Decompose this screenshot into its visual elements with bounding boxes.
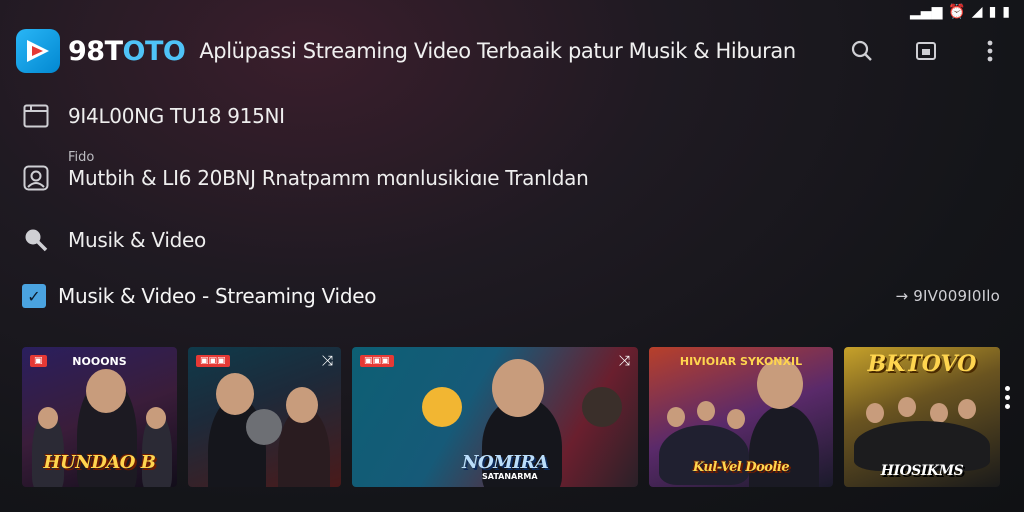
card-title: NOMIRA: [462, 452, 549, 473]
more-vert-icon[interactable]: [1005, 386, 1010, 409]
shuffle-icon[interactable]: ⤨: [322, 353, 333, 369]
alarm-icon: ⏰: [948, 4, 966, 20]
card-top-text: BKTOVO: [867, 351, 977, 377]
tablet-icon: [22, 102, 50, 130]
list-item[interactable]: Musik & Video: [22, 226, 206, 254]
shuffle-icon[interactable]: ⤨: [619, 353, 630, 369]
card-title: Kul-Vel Doolie: [692, 460, 790, 475]
card-top-text: NOOONS: [72, 355, 127, 368]
video-card[interactable]: ▣ NOOONS HUNDAO B: [22, 347, 177, 487]
signal-weak-icon: ◢: [971, 4, 983, 20]
check-icon[interactable]: ✓: [22, 284, 46, 308]
search-button[interactable]: [842, 31, 882, 71]
list-item[interactable]: 9I4ᒪ00NG TU18 915NI: [22, 102, 285, 130]
more-options-button[interactable]: [970, 31, 1010, 71]
card-title: HIOSIKMS: [880, 463, 964, 479]
video-card[interactable]: HIVIOIAR SYKONXIL Kul-Vel Doolie: [649, 347, 833, 487]
video-card[interactable]: ▣▣▣ ⤨: [188, 347, 341, 487]
card-subtitle: SATANARMA: [482, 472, 538, 481]
app-logo[interactable]: [16, 29, 60, 73]
card-title: HUNDAO B: [43, 452, 156, 473]
see-more-link[interactable]: → 9IV009I0Ilo: [895, 287, 1000, 305]
search-icon: [851, 40, 872, 61]
app-actions: [842, 31, 1010, 71]
list-item[interactable]: Fido Mutbih & LI6 20BNJ Rnatpamm mɑnlusi…: [22, 150, 589, 192]
search-icon: [22, 226, 50, 254]
list-item-label: Musik & Video: [68, 228, 206, 252]
play-icon: [27, 40, 49, 62]
list-item-label: Mutbih & LI6 20BNJ Rnatpamm mɑnlusikiɑıe…: [68, 166, 589, 190]
cast-icon: [916, 42, 936, 60]
brand-name: 98TOTO: [68, 35, 186, 67]
video-carousel: ▣ NOOONS HUNDAO B ▣▣▣ ⤨ ▣▣▣ ⤨ NOMIRA SAT…: [22, 347, 1000, 487]
app-subtitle: Aplüpassi Streaming Video Terbaaik patur…: [199, 39, 796, 63]
video-card[interactable]: ▣▣▣ ⤨ NOMIRA SATANARMA: [352, 347, 638, 487]
brand-prefix: 98T: [68, 35, 123, 67]
signal-icon: ▂▄▆: [910, 4, 943, 20]
thumbnail-image: [188, 347, 341, 487]
cast-button[interactable]: [906, 31, 946, 71]
card-top-text: HIVIOIAR SYKONXIL: [679, 355, 803, 368]
brand-suffix: OTO: [122, 35, 186, 67]
section-header: ✓ Musik & Video - Streaming Video → 9IV0…: [22, 284, 1000, 308]
video-card[interactable]: BKTOVO HIOSIKMS: [844, 347, 1000, 487]
account-box-icon: [22, 164, 50, 192]
list-item-caption: Fido: [68, 150, 95, 165]
app-bar: 98TOTO Aplüpassi Streaming Video Terbaai…: [16, 22, 1010, 80]
status-bar: ▂▄▆ ⏰ ◢ ▮ ▮: [910, 2, 1010, 22]
card-badge: ▣▣▣: [360, 355, 394, 367]
section-title: Musik & Video - Streaming Video: [58, 284, 377, 308]
battery-icon: ▮: [988, 4, 997, 20]
more-vert-icon: [987, 40, 993, 62]
battery-icon: ▮: [1002, 4, 1010, 20]
list-item-label: 9I4ᒪ00NG TU18 915NI: [68, 104, 285, 128]
card-badge: ▣▣▣: [196, 355, 230, 367]
